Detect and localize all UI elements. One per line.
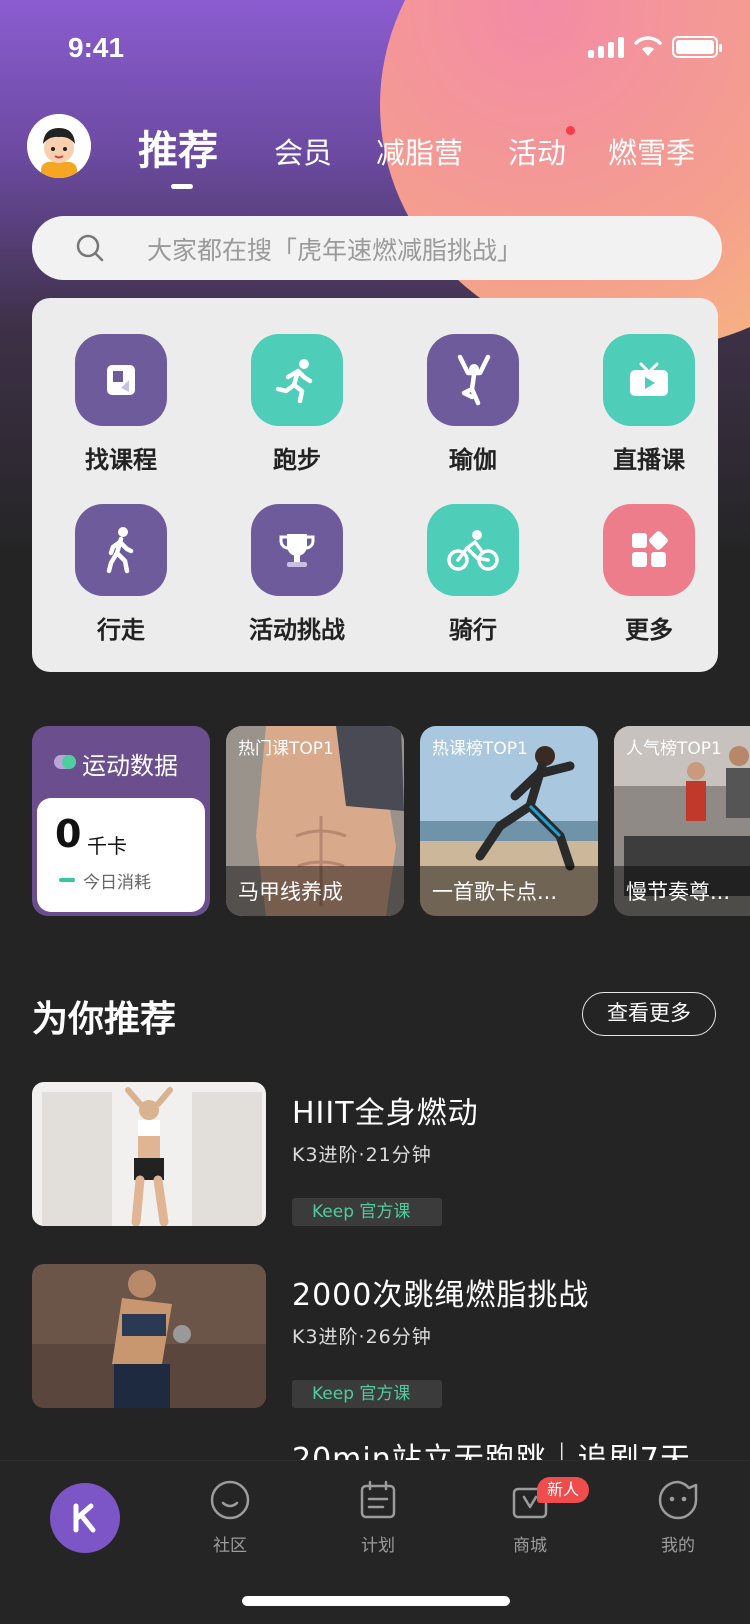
- view-more-button[interactable]: 查看更多: [582, 992, 716, 1036]
- search-bar[interactable]: 大家都在搜「虎年速燃减脂挑战」: [32, 216, 722, 280]
- tab-label: 计划: [361, 1536, 395, 1556]
- rank-caption: 慢节奏尊...: [626, 880, 731, 904]
- course-thumbnail: [32, 1082, 266, 1226]
- tab-label: 社区: [213, 1536, 247, 1556]
- grid-label: 跑步: [273, 446, 321, 474]
- calorie-unit: 千卡: [87, 834, 127, 858]
- grid-item-walking[interactable]: 行走: [46, 504, 196, 645]
- recommend-item[interactable]: HIIT全身燃动 K3进阶·21分钟 Keep 官方课: [0, 1082, 750, 1232]
- grid-item-running[interactable]: 跑步: [222, 334, 372, 475]
- course-name: HIIT全身燃动: [292, 1096, 479, 1131]
- cycling-icon: [427, 504, 519, 596]
- tab-profile[interactable]: 我的: [628, 1479, 728, 1556]
- grid-label: 瑜伽: [449, 446, 497, 474]
- official-course-badge: Keep 官方课: [292, 1380, 442, 1408]
- recommend-item[interactable]: 2000次跳绳燃脂挑战 K3进阶·26分钟 Keep 官方课: [0, 1264, 750, 1414]
- grid-label: 找课程: [85, 446, 157, 474]
- running-icon: [251, 334, 343, 426]
- tab-community[interactable]: 社区: [180, 1479, 280, 1556]
- sport-data-title: 运动数据: [82, 752, 178, 780]
- rank-tag: 人气榜TOP1: [626, 739, 722, 759]
- rank-tag: 热课榜TOP1: [432, 739, 528, 759]
- course-name: 20min站立无跑跳｜追剧7天...: [292, 1442, 723, 1460]
- cellular-signal-icon: [588, 36, 624, 58]
- rank-card-popular[interactable]: 人气榜TOP1 慢节奏尊...: [614, 726, 750, 916]
- more-apps-icon: [603, 504, 695, 596]
- search-icon: [76, 234, 104, 262]
- grid-item-challenge[interactable]: 活动挑战: [222, 504, 372, 645]
- rank-card-hot-course[interactable]: 热门课TOP1 马甲线养成: [226, 726, 404, 916]
- tab-label: 我的: [661, 1536, 695, 1556]
- events-notification-dot: [566, 126, 575, 135]
- course-meta: K3进阶·21分钟: [292, 1144, 432, 1166]
- grid-item-more[interactable]: 更多: [574, 504, 724, 645]
- wifi-icon: [634, 36, 662, 56]
- smile-icon: [210, 1480, 250, 1520]
- avatar[interactable]: [27, 114, 91, 178]
- sport-data-card[interactable]: 运动数据 0 千卡 今日消耗: [32, 726, 210, 916]
- course-thumbnail: [32, 1264, 266, 1408]
- tab-home[interactable]: [50, 1483, 120, 1553]
- rank-caption: 一首歌卡点...: [432, 880, 558, 904]
- home-indicator: [242, 1596, 510, 1606]
- grid-label: 活动挑战: [249, 616, 345, 644]
- tab-plan[interactable]: 计划: [328, 1479, 428, 1556]
- rank-caption: 马甲线养成: [238, 880, 343, 904]
- walking-icon: [75, 504, 167, 596]
- rank-caption-bg: 一首歌卡点...: [420, 866, 598, 916]
- calorie-sub-label: 今日消耗: [83, 873, 151, 893]
- tab-events[interactable]: 活动: [508, 130, 566, 172]
- tab-label: 商城: [513, 1536, 547, 1556]
- trophy-icon: [251, 504, 343, 596]
- dash-marker: [59, 878, 75, 882]
- course-name: 2000次跳绳燃脂挑战: [292, 1278, 590, 1313]
- tab-recommend[interactable]: 推荐: [138, 118, 218, 176]
- sport-data-toggle-icon: [54, 755, 76, 769]
- tab-snow-season[interactable]: 燃雪季: [608, 130, 750, 172]
- cards-row: 运动数据 0 千卡 今日消耗 热门课TOP1 马甲线养成 热课榜TOP1 一首歌…: [0, 726, 750, 916]
- rank-caption-bg: 马甲线养成: [226, 866, 404, 916]
- tab-fat-loss-camp[interactable]: 减脂营: [376, 130, 463, 172]
- search-placeholder: 大家都在搜「虎年速燃减脂挑战」: [147, 236, 523, 265]
- live-tv-icon: [603, 334, 695, 426]
- top-nav: 推荐 会员 减脂营 活动 燃雪季: [0, 108, 750, 198]
- grid-item-live-class[interactable]: 直播课: [574, 334, 724, 475]
- calorie-value: 0: [55, 812, 82, 856]
- calendar-icon: [360, 1480, 396, 1519]
- course-meta: K3进阶·26分钟: [292, 1326, 432, 1348]
- battery-icon: [672, 36, 722, 58]
- hiit-photo: [32, 1082, 266, 1226]
- grid-label: 行走: [97, 616, 145, 644]
- rank-caption-bg: 慢节奏尊...: [614, 866, 750, 916]
- course-icon: [75, 334, 167, 426]
- grid-item-cycling[interactable]: 骑行: [398, 504, 548, 645]
- section-title: 为你推荐: [32, 999, 177, 1040]
- grid-label: 骑行: [449, 616, 497, 644]
- grid-item-find-course[interactable]: 找课程: [46, 334, 196, 475]
- status-bar: 9:41: [0, 0, 750, 100]
- rank-tag: 热门课TOP1: [238, 739, 334, 759]
- grid-label: 更多: [625, 616, 673, 644]
- jump-rope-photo: [32, 1264, 266, 1408]
- rank-card-hot-list[interactable]: 热课榜TOP1 一首歌卡点...: [420, 726, 598, 916]
- yoga-icon: [427, 334, 519, 426]
- grid-label: 直播课: [613, 446, 685, 474]
- sport-data-panel: 0 千卡 今日消耗: [37, 798, 205, 912]
- active-tab-indicator: [171, 184, 193, 189]
- keep-logo-icon: [73, 1503, 96, 1533]
- avatar-face-icon: [27, 114, 91, 178]
- status-time: 9:41: [68, 32, 125, 63]
- profile-face-icon: [658, 1480, 698, 1520]
- official-course-badge: Keep 官方课: [292, 1198, 442, 1226]
- feature-grid: 找课程 跑步 瑜伽 直播课 行走 活动挑战 骑行 更多: [32, 298, 718, 672]
- new-user-badge: 新人: [537, 1477, 589, 1503]
- recommend-item[interactable]: 20min站立无跑跳｜追剧7天...: [0, 1430, 750, 1460]
- tab-membership[interactable]: 会员: [274, 130, 332, 172]
- grid-item-yoga[interactable]: 瑜伽: [398, 334, 548, 475]
